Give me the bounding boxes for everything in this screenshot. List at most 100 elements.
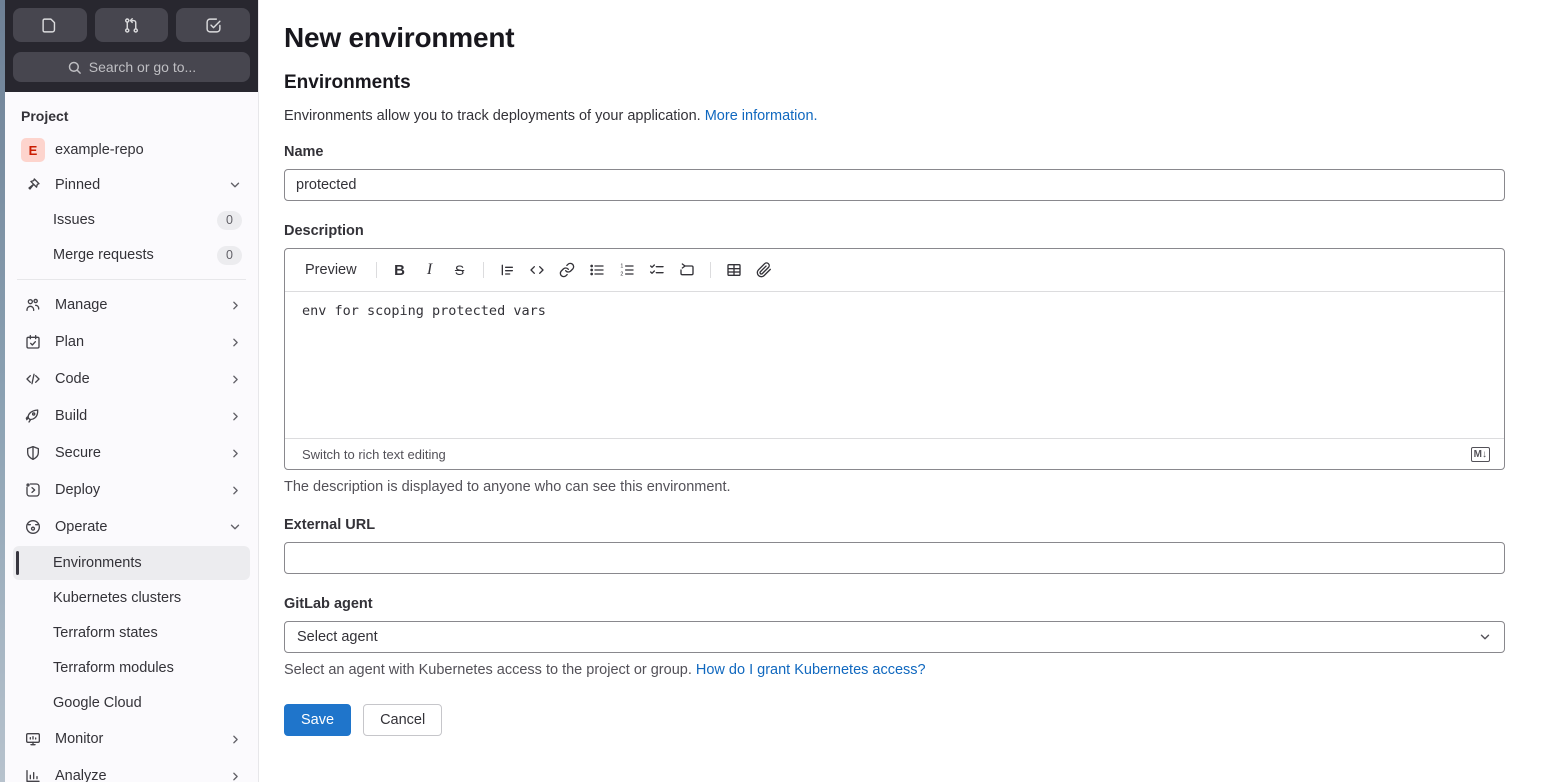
editor-footer: Switch to rich text editing M↓ — [285, 438, 1504, 469]
form-actions: Save Cancel — [284, 704, 1505, 736]
markdown-icon[interactable]: M↓ — [1470, 446, 1490, 462]
table-button[interactable] — [720, 256, 748, 284]
sidebar-item-deploy[interactable]: Deploy — [13, 472, 250, 508]
gitlab-agent-label: GitLab agent — [284, 596, 373, 612]
name-input[interactable] — [284, 169, 1505, 201]
sidebar-header: Search or go to... — [5, 0, 258, 92]
merge-requests-shortcut-button[interactable] — [94, 8, 169, 42]
chevron-down-icon — [1478, 630, 1492, 644]
operate-label: Operate — [55, 519, 108, 535]
issues-label: Issues — [53, 212, 95, 228]
pin-icon — [21, 177, 45, 193]
name-field-group: Name — [284, 144, 1505, 201]
merge-requests-count-badge: 0 — [217, 245, 242, 265]
section-title: Environments — [284, 72, 411, 93]
sidebar-item-google-cloud[interactable]: Google Cloud — [13, 686, 250, 720]
sidebar-item-issues[interactable]: Issues 0 — [13, 203, 250, 237]
quote-button[interactable] — [493, 256, 521, 284]
project-avatar: E — [21, 138, 45, 162]
numbered-list-button[interactable]: 12 — [613, 256, 641, 284]
new-environment-form: Name Description Preview B I S — [284, 144, 1505, 736]
italic-button[interactable]: I — [416, 256, 444, 284]
sidebar-item-environments[interactable]: Environments — [13, 546, 250, 580]
description-label: Description — [284, 223, 364, 239]
todo-list-shortcut-button[interactable] — [176, 8, 251, 42]
main-content: New environment Environments Environment… — [260, 0, 1505, 736]
sidebar-item-pinned[interactable]: Pinned — [13, 168, 250, 202]
chevron-right-icon — [229, 484, 242, 497]
environments-label: Environments — [53, 555, 142, 571]
strikethrough-button[interactable]: S — [446, 256, 474, 284]
monitor-icon — [21, 731, 45, 747]
code-button[interactable] — [523, 256, 551, 284]
sidebar-item-kubernetes-clusters[interactable]: Kubernetes clusters — [13, 581, 250, 615]
code-label: Code — [55, 371, 90, 387]
sidebar-item-secure[interactable]: Secure — [13, 435, 250, 471]
sidebar-item-monitor[interactable]: Monitor — [13, 721, 250, 757]
code-icon — [21, 371, 45, 387]
bold-button[interactable]: B — [386, 256, 414, 284]
merge-requests-label: Merge requests — [53, 247, 154, 263]
deploy-icon — [21, 482, 45, 498]
chevron-right-icon — [229, 373, 242, 386]
intro-text-body: Environments allow you to track deployme… — [284, 108, 701, 124]
description-textarea[interactable]: env for scoping protected vars — [285, 292, 1504, 438]
agent-help-text: Select an agent with Kubernetes access t… — [284, 662, 1505, 678]
gitlab-agent-field-group: GitLab agent Select agent Select an agen… — [284, 596, 1505, 678]
sidebar-item-project[interactable]: E example-repo — [13, 133, 250, 167]
issue-icon — [41, 17, 58, 34]
project-section-label: Project — [21, 108, 69, 124]
link-button[interactable] — [553, 256, 581, 284]
sidebar-item-operate[interactable]: Operate — [13, 509, 250, 545]
sidebar-item-manage[interactable]: Manage — [13, 287, 250, 323]
build-label: Build — [55, 408, 88, 424]
agent-help-body: Select an agent with Kubernetes access t… — [284, 662, 692, 678]
sidebar-item-plan[interactable]: Plan — [13, 324, 250, 360]
merge-request-icon — [123, 17, 140, 34]
preview-tab[interactable]: Preview — [295, 256, 367, 284]
sidebar-item-merge-requests[interactable]: Merge requests 0 — [13, 238, 250, 272]
bullet-list-button[interactable] — [583, 256, 611, 284]
editor-toolbar: Preview B I S 1 2 — [285, 249, 1504, 292]
chart-icon — [21, 768, 45, 782]
project-name: example-repo — [55, 142, 144, 158]
chevron-right-icon — [229, 299, 242, 312]
check-square-icon — [205, 17, 222, 34]
search-input[interactable]: Search or go to... — [13, 52, 250, 82]
chevron-right-icon — [229, 447, 242, 460]
agent-select[interactable]: Select agent — [284, 621, 1505, 653]
search-placeholder: Search or go to... — [88, 59, 197, 75]
deploy-label: Deploy — [55, 482, 101, 498]
analyze-label: Analyze — [55, 768, 107, 782]
issues-shortcut-button[interactable] — [13, 8, 87, 42]
chevron-right-icon — [229, 336, 242, 349]
sidebar: Search or go to... Project E example-rep… — [5, 0, 259, 782]
issues-count-badge: 0 — [217, 210, 242, 230]
globe-pod-icon — [21, 519, 45, 535]
task-list-button[interactable] — [643, 256, 671, 284]
rocket-icon — [21, 408, 45, 424]
switch-rich-text-link[interactable]: Switch to rich text editing — [302, 447, 446, 462]
sidebar-divider — [17, 279, 246, 280]
description-help-text: The description is displayed to anyone w… — [284, 479, 731, 495]
external-url-label: External URL — [284, 517, 376, 533]
sidebar-item-terraform-states[interactable]: Terraform states — [13, 616, 250, 650]
description-field-group: Description Preview B I S 1 2 env for sc… — [284, 223, 1505, 495]
external-url-input[interactable] — [284, 542, 1505, 574]
sidebar-item-terraform-modules[interactable]: Terraform modules — [13, 651, 250, 685]
kubernetes-access-link[interactable]: How do I grant Kubernetes access? — [696, 662, 926, 678]
kubernetes-clusters-label: Kubernetes clusters — [53, 590, 182, 606]
shield-icon — [21, 445, 45, 461]
name-label: Name — [284, 144, 324, 160]
intro-text: Environments allow you to track deployme… — [284, 108, 1505, 124]
active-indicator — [16, 551, 19, 575]
sidebar-item-code[interactable]: Code — [13, 361, 250, 397]
collapsible-section-button[interactable] — [673, 256, 701, 284]
cancel-button[interactable]: Cancel — [363, 704, 443, 736]
sidebar-item-analyze[interactable]: Analyze — [13, 758, 250, 782]
save-button[interactable]: Save — [284, 704, 352, 736]
sidebar-item-build[interactable]: Build — [13, 398, 250, 434]
attach-file-button[interactable] — [750, 256, 778, 284]
more-information-link[interactable]: More information. — [705, 108, 818, 124]
search-icon — [67, 60, 82, 75]
